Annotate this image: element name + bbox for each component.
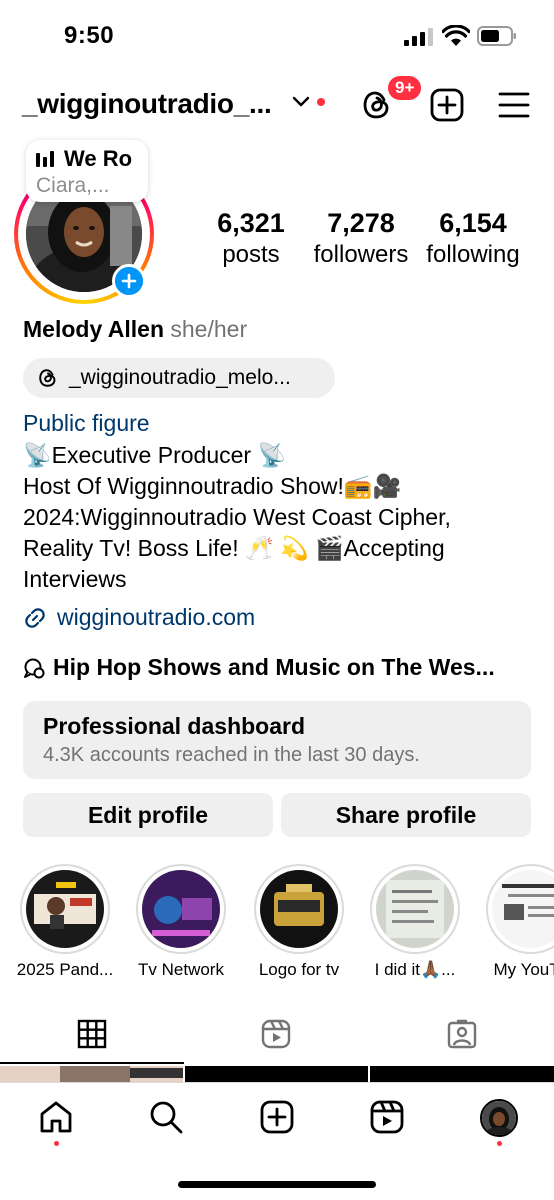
highlight-cover: [142, 870, 220, 948]
profile-avatar[interactable]: [480, 1099, 518, 1137]
channel-icon: [24, 658, 45, 678]
highlight-cover: [376, 870, 454, 948]
following-count: 6,154: [439, 208, 507, 238]
share-profile-button[interactable]: Share profile: [281, 793, 531, 837]
reels-icon[interactable]: [260, 1018, 292, 1050]
story-highlight[interactable]: I did it🙏🏾...: [370, 864, 460, 980]
followers-stat[interactable]: 7,278 followers: [306, 208, 416, 269]
link-text: wigginoutradio.com: [57, 604, 256, 630]
highlight-label: Logo for tv: [258, 960, 340, 979]
grid-post[interactable]: [370, 1066, 554, 1082]
dashboard-title: Professional dashboard: [43, 713, 306, 739]
reels-icon[interactable]: [369, 1099, 405, 1135]
broadcast-channel[interactable]: Hip Hop Shows and Music on The Wes...: [23, 654, 495, 681]
highlight-cover: [492, 870, 554, 948]
chevron-down-icon[interactable]: [292, 96, 310, 108]
posts-stat[interactable]: 6,321 posts: [196, 208, 306, 269]
story-highlight[interactable]: Tv Network: [136, 864, 226, 980]
bio-link[interactable]: wigginoutradio.com: [23, 604, 255, 631]
followers-label: followers: [313, 241, 409, 268]
audio-bars-icon: [36, 151, 54, 167]
bio-line: Interviews: [23, 566, 127, 592]
bio-line: 2024:Wigginnoutradio West Coast Cipher,: [23, 504, 451, 530]
grid-icon[interactable]: [76, 1018, 108, 1050]
highlight-label: My YouTu: [493, 960, 554, 979]
home-activity-dot: [54, 1141, 59, 1146]
grid-post[interactable]: [185, 1066, 368, 1082]
active-tab-indicator: [0, 1062, 184, 1064]
bio-line: Reality Tv! Boss Life! 🥂 💫 🎬Accepting: [23, 535, 445, 561]
grid-post[interactable]: [0, 1066, 183, 1082]
bio-text: 📡Executive Producer 📡 Host Of Wigginnout…: [23, 440, 543, 595]
channel-name: Hip Hop Shows and Music on The Wes...: [53, 654, 495, 680]
highlight-label: Tv Network: [138, 960, 224, 979]
profile-name-line: Melody Allen she/her: [23, 316, 247, 343]
story-highlight[interactable]: Logo for tv: [254, 864, 344, 980]
cellular-signal-icon: [404, 28, 433, 46]
profile-stats: 6,321 posts 7,278 followers 6,154 follow…: [196, 208, 540, 278]
profile-category: Public figure: [23, 410, 150, 436]
notification-dot: [317, 98, 325, 106]
wifi-icon: [442, 25, 470, 46]
add-story-icon[interactable]: [112, 264, 146, 298]
note-title: We Ro: [64, 146, 133, 171]
pronouns: she/her: [170, 316, 248, 342]
profile-header: _wigginoutradio_... 9+: [0, 74, 554, 130]
create-icon[interactable]: [430, 88, 464, 122]
menu-icon[interactable]: [498, 90, 530, 120]
highlight-label: I did it🙏🏾...: [374, 960, 456, 979]
story-highlight[interactable]: My YouTu: [486, 864, 554, 980]
tagged-icon[interactable]: [446, 1018, 478, 1050]
threads-handle: _wigginoutradio_melo...: [69, 366, 291, 389]
professional-dashboard[interactable]: Professional dashboard 4.3K accounts rea…: [23, 701, 531, 779]
battery-icon: [477, 26, 516, 46]
notification-badge: 9+: [386, 74, 424, 102]
bio-line: 📡Executive Producer 📡: [23, 442, 287, 468]
threads-icon: [39, 369, 56, 387]
link-icon: [25, 607, 45, 628]
followers-count: 7,278: [327, 208, 395, 238]
search-icon[interactable]: [148, 1099, 184, 1135]
post-grid: [0, 1066, 554, 1082]
dashboard-subtitle: 4.3K accounts reached in the last 30 day…: [43, 744, 420, 766]
edit-profile-button[interactable]: Edit profile: [23, 793, 273, 837]
status-bar: 9:50: [0, 0, 554, 70]
create-icon[interactable]: [259, 1099, 295, 1135]
status-time: 9:50: [64, 22, 115, 49]
story-highlight[interactable]: 2025 Pand...: [17, 864, 113, 980]
highlight-cover: [26, 870, 104, 948]
home-indicator: [178, 1181, 376, 1188]
home-icon[interactable]: [38, 1099, 74, 1135]
note-subtitle: Ciara,...: [36, 174, 110, 197]
username[interactable]: _wigginoutradio_...: [22, 88, 272, 120]
posts-label: posts: [222, 241, 280, 268]
profile-activity-dot: [497, 1141, 502, 1146]
highlight-cover: [260, 870, 338, 948]
highlight-label: 2025 Pand...: [16, 960, 114, 979]
posts-count: 6,321: [217, 208, 285, 238]
threads-badge[interactable]: _wigginoutradio_melo...: [23, 358, 335, 398]
following-label: following: [426, 241, 520, 268]
bio-line: Host Of Wigginnoutradio Show!📻🎥: [23, 473, 402, 499]
display-name: Melody Allen: [23, 316, 164, 342]
profile-tabs: [0, 1012, 554, 1064]
note-bubble[interactable]: We Ro Ciara,...: [26, 140, 148, 202]
following-stat[interactable]: 6,154 following: [418, 208, 528, 269]
